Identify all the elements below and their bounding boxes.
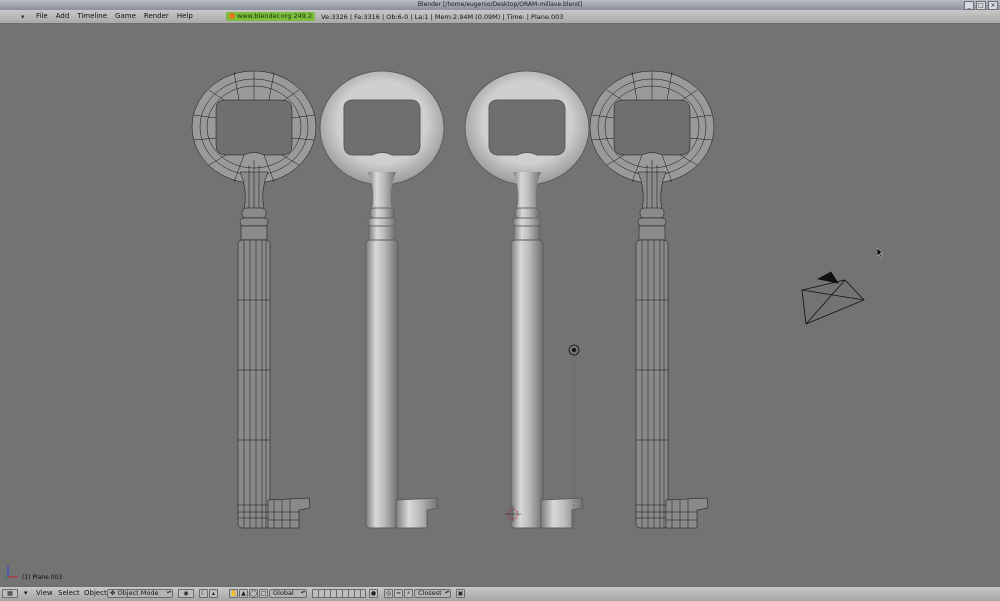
window-title: Blender [/home/eugenio/Desktop/ORAM-mill… — [417, 1, 583, 8]
snap-icon[interactable]: ⚡ — [404, 589, 413, 598]
minimize-button[interactable]: _ — [964, 1, 974, 10]
main-menu: File Add Timeline Game Render Help — [36, 12, 193, 20]
maximize-button[interactable]: □ — [976, 1, 986, 10]
close-button[interactable]: × — [988, 1, 998, 10]
falloff-icon[interactable]: ≈ — [394, 589, 403, 598]
blender-url: www.blender.org 249.2 — [237, 12, 313, 20]
key-solid-center-right[interactable] — [464, 70, 590, 529]
mouse-pointer-icon — [876, 247, 885, 259]
layer-buttons[interactable] — [312, 589, 366, 598]
manipulator-hand-icon[interactable]: ✋ — [229, 589, 238, 598]
menu-file[interactable]: File — [36, 12, 48, 20]
editor-type-icon[interactable]: ▦ — [2, 589, 18, 598]
menu-add[interactable]: Add — [56, 12, 70, 20]
menu-timeline[interactable]: Timeline — [77, 12, 107, 20]
menu-select[interactable]: Select — [58, 589, 80, 598]
blender-url-badge[interactable]: www.blender.org 249.2 — [226, 12, 316, 21]
draw-type-icon[interactable]: ◉ — [178, 589, 194, 598]
pivot-icon[interactable]: ☾ — [199, 589, 208, 598]
lock-layers-icon[interactable]: ● — [369, 589, 378, 598]
scene-stats: Ve:3326 | Fa:3316 | Ob:6-0 | La:1 | Mem:… — [321, 12, 564, 21]
orientation-label: Global — [273, 589, 294, 597]
pivot-dropdown-icon[interactable]: ▴ — [209, 589, 218, 598]
view-axis-icon — [2, 563, 20, 581]
translate-icon[interactable]: ▲ — [239, 589, 248, 598]
menu-object[interactable]: Object — [84, 589, 107, 598]
camera-object[interactable] — [801, 271, 865, 325]
key-solid-center-left[interactable] — [319, 70, 445, 529]
info-header: ▾ File Add Timeline Game Render Help www… — [0, 10, 1000, 24]
3d-view-header: ▦ ▾ View Select Object ✥ Object Mode ◉ ☾… — [0, 586, 1000, 601]
menu-view[interactable]: View — [36, 589, 53, 598]
header-collapse-icon[interactable]: ▾ — [21, 13, 29, 21]
menu-help[interactable]: Help — [177, 12, 193, 20]
orientation-select[interactable]: Global — [269, 589, 307, 598]
key-wireframe-right[interactable] — [589, 70, 715, 529]
menu-render[interactable]: Render — [144, 12, 169, 20]
menu-game[interactable]: Game — [115, 12, 136, 20]
header-collapse-icon[interactable]: ▾ — [24, 589, 28, 598]
snap-target-label: Closest — [418, 589, 442, 597]
rotate-icon[interactable]: ◯ — [249, 589, 258, 598]
proportional-edit-icon[interactable]: ◎ — [384, 589, 393, 598]
active-object-label: (1) Plane.003 — [22, 574, 63, 581]
mode-icon: ✥ — [110, 589, 116, 597]
3d-viewport[interactable] — [0, 24, 1000, 586]
mode-select[interactable]: ✥ Object Mode — [107, 589, 173, 598]
key-wireframe-left[interactable] — [191, 70, 317, 529]
mode-label: Object Mode — [117, 589, 159, 597]
snap-target-select[interactable]: Closest — [414, 589, 451, 598]
blender-logo-icon — [229, 13, 235, 19]
render-view-icon[interactable]: ▣ — [456, 589, 465, 598]
scale-icon[interactable]: □ — [259, 589, 268, 598]
